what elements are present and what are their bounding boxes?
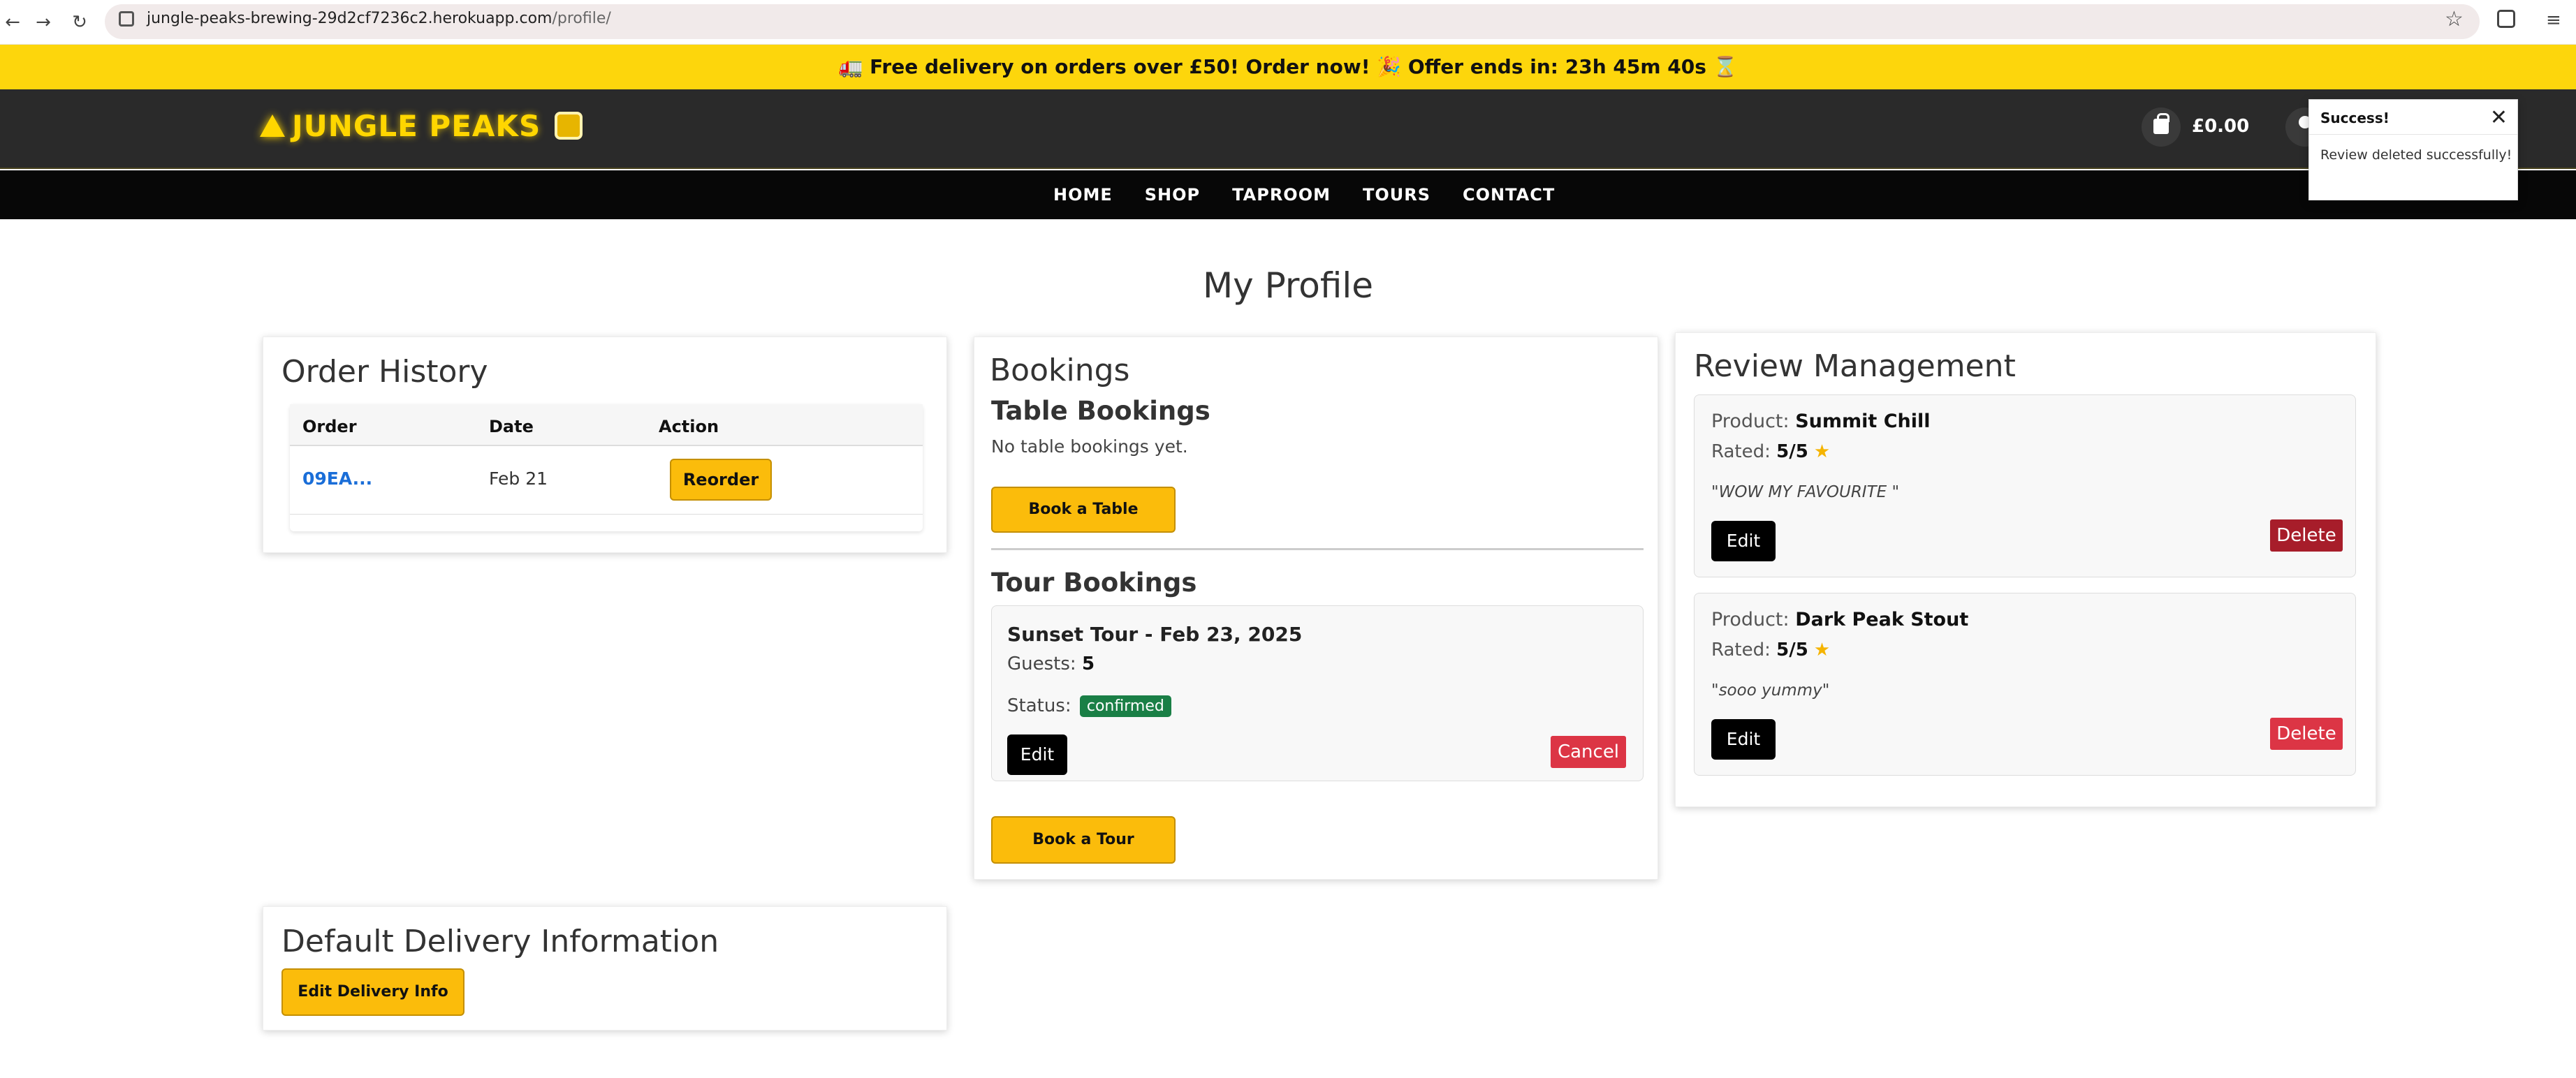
page-title: My Profile: [1202, 265, 1374, 306]
order-number-link[interactable]: 09EA...: [302, 468, 372, 489]
page: ← → ↻ jungle-peaks-brewing-29d2cf7236c2.…: [0, 0, 2576, 1078]
table-bookings-heading: Table Bookings: [991, 396, 1210, 426]
col-action: Action: [659, 417, 719, 436]
col-date: Date: [489, 417, 534, 436]
product-name: Summit Chill: [1795, 411, 1931, 432]
guests-label: Guests:: [1007, 654, 1076, 674]
star-icon: ★: [1813, 640, 1831, 660]
nav-home[interactable]: HOME: [1053, 185, 1113, 205]
review-text: "sooo yummy": [1711, 681, 1830, 700]
success-toast: Success! ✕ Review deleted successfully!: [2308, 99, 2518, 200]
review-item: Product: Summit Chill Rated: 5/5 ★ "WOW M…: [1694, 394, 2356, 577]
site-info-icon[interactable]: [119, 11, 134, 27]
url-text[interactable]: jungle-peaks-brewing-29d2cf7236c2.heroku…: [147, 10, 611, 27]
forward-arrow-icon[interactable]: →: [31, 10, 56, 35]
guests-count: 5: [1081, 654, 1095, 674]
review-management-title: Review Management: [1694, 348, 2016, 384]
order-history-title: Order History: [281, 354, 488, 390]
review-product: Product: Summit Chill: [1711, 411, 1931, 432]
delete-review-button[interactable]: Delete: [2270, 718, 2343, 750]
delivery-info-title: Default Delivery Information: [281, 924, 719, 959]
nav-contact[interactable]: CONTACT: [1463, 185, 1555, 205]
order-date: Feb 21: [489, 468, 548, 489]
reload-icon[interactable]: ↻: [67, 10, 92, 35]
status-label: Status:: [1007, 695, 1071, 716]
close-icon[interactable]: ✕: [2490, 105, 2508, 130]
extensions-icon[interactable]: [2497, 10, 2515, 28]
cart-total[interactable]: £0.00: [2192, 116, 2249, 137]
order-history-card: Order History Order Date Action 09EA... …: [263, 337, 947, 553]
menu-icon[interactable]: ≡: [2546, 10, 2574, 31]
edit-delivery-button[interactable]: Edit Delivery Info: [281, 968, 464, 1016]
order-table: Order Date Action 09EA... Feb 21 Reorder: [290, 404, 923, 531]
review-rating: Rated: 5/5 ★: [1711, 441, 1830, 462]
rating-value: 5/5: [1776, 441, 1808, 462]
url-path: /profile/: [552, 10, 611, 27]
bookings-card: Bookings Table Bookings No table booking…: [974, 337, 1658, 880]
tour-name: Sunset Tour - Feb 23, 2025: [1007, 623, 1303, 646]
site-header: JUNGLE PEAKS £0.00: [0, 89, 2576, 169]
url-host: jungle-peaks-brewing-29d2cf7236c2.heroku…: [147, 10, 552, 27]
cart-button[interactable]: [2142, 108, 2181, 147]
bookmark-star-icon[interactable]: ☆: [2445, 7, 2464, 31]
delete-review-button[interactable]: Delete: [2270, 519, 2343, 552]
tour-guests: Guests: 5: [1007, 654, 1095, 674]
nav-taproom[interactable]: TAPROOM: [1232, 185, 1331, 205]
cancel-tour-button[interactable]: Cancel: [1551, 736, 1626, 768]
toast-title: Success!: [2320, 110, 2390, 126]
shopping-bag-icon: [2153, 113, 2169, 134]
nav-shop[interactable]: SHOP: [1145, 185, 1200, 205]
tour-bookings-heading: Tour Bookings: [991, 568, 1197, 598]
tour-booking-item: Sunset Tour - Feb 23, 2025 Guests: 5 Sta…: [991, 605, 1644, 781]
rated-label: Rated:: [1711, 441, 1771, 462]
product-label: Product:: [1711, 411, 1790, 432]
order-table-header: Order Date Action: [290, 404, 923, 446]
product-name: Dark Peak Stout: [1795, 609, 1969, 630]
mountain-icon: [260, 115, 285, 137]
delivery-info-card: Default Delivery Information Edit Delive…: [263, 906, 947, 1031]
book-table-button[interactable]: Book a Table: [991, 487, 1176, 533]
divider: [991, 548, 1644, 550]
promo-banner: 🚛 Free delivery on orders over £50! Orde…: [0, 45, 2576, 89]
main-navigation: HOME SHOP TAPROOM TOURS CONTACT: [0, 170, 2576, 219]
review-product: Product: Dark Peak Stout: [1711, 609, 1968, 630]
toast-header: Success! ✕: [2309, 100, 2517, 135]
back-arrow-icon[interactable]: ←: [0, 10, 25, 35]
product-label: Product:: [1711, 609, 1790, 630]
review-item: Product: Dark Peak Stout Rated: 5/5 ★ "so…: [1694, 593, 2356, 776]
site-logo[interactable]: JUNGLE PEAKS: [260, 105, 583, 147]
no-table-bookings-text: No table bookings yet.: [991, 436, 1188, 457]
beer-mug-icon: [555, 112, 583, 140]
nav-tours[interactable]: TOURS: [1363, 185, 1430, 205]
edit-review-button[interactable]: Edit: [1711, 719, 1776, 760]
review-rating: Rated: 5/5 ★: [1711, 640, 1830, 660]
star-icon: ★: [1813, 441, 1831, 462]
status-badge: confirmed: [1079, 695, 1171, 717]
col-order: Order: [302, 417, 357, 436]
edit-tour-button[interactable]: Edit: [1007, 734, 1067, 775]
review-text: "WOW MY FAVOURITE ": [1711, 483, 1900, 501]
tour-status: Status: confirmed: [1007, 695, 1171, 717]
reorder-button[interactable]: Reorder: [670, 459, 772, 501]
table-row: 09EA... Feb 21 Reorder: [290, 446, 923, 515]
browser-toolbar: ← → ↻ jungle-peaks-brewing-29d2cf7236c2.…: [0, 0, 2576, 45]
logo-text: JUNGLE PEAKS: [292, 108, 541, 143]
edit-review-button[interactable]: Edit: [1711, 521, 1776, 561]
rated-label: Rated:: [1711, 640, 1771, 660]
book-tour-button[interactable]: Book a Tour: [991, 816, 1176, 864]
review-management-card: Review Management Product: Summit Chill …: [1675, 332, 2376, 807]
bookings-title: Bookings: [990, 353, 1130, 388]
rating-value: 5/5: [1776, 640, 1808, 660]
toast-message: Review deleted successfully!: [2320, 147, 2512, 163]
